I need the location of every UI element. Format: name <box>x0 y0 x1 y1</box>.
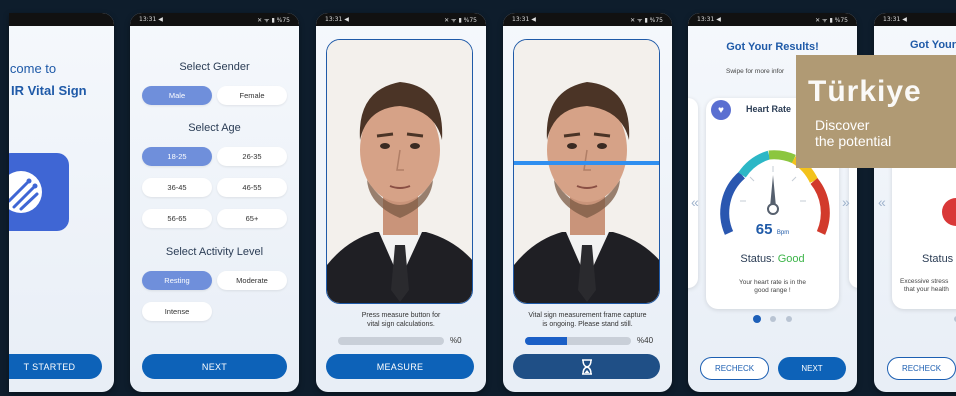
status-value: Good <box>777 253 805 265</box>
results-title: Got Your <box>910 39 956 51</box>
status-time: 13:31 ◀ <box>139 16 163 23</box>
note-line-1: Excessive stress <box>900 278 949 285</box>
instruction-line-1: Press measure button for <box>361 312 441 319</box>
welcome-title: lcome to <box>9 61 57 76</box>
user-face-image <box>327 40 472 303</box>
bpm-unit: Bpm <box>776 230 790 236</box>
advertisement-banner[interactable]: Türkiye Discover the potential <box>796 55 956 168</box>
progress-label: %40 <box>637 336 654 345</box>
ad-tagline-1: Discover <box>815 117 870 133</box>
age-chip[interactable]: 26-35 <box>217 147 287 166</box>
age-chip[interactable]: 65+ <box>217 209 287 228</box>
status-bar: 13:31 ◀ ✕ ᯤ ▮ %75 <box>503 13 672 26</box>
age-chip[interactable]: 18-25 <box>142 147 212 166</box>
activity-chip-moderate[interactable]: Moderate <box>217 271 287 290</box>
instruction-line-2: vital sign calculations. <box>367 321 435 328</box>
note-line-2: that your health <box>904 286 949 293</box>
status-icons: ✕ ᯤ ▮ %75 <box>444 16 477 24</box>
user-face-image <box>514 40 659 303</box>
age-chip[interactable]: 46-55 <box>217 178 287 197</box>
results-title: Got Your Results! <box>726 41 819 53</box>
app-logo-icon <box>9 153 69 231</box>
next-button[interactable]: NEXT <box>778 357 846 380</box>
status-icons: ✕ ᯤ ▮ %75 <box>815 16 848 24</box>
bpm-number: 65 <box>755 221 773 238</box>
activity-chip-resting[interactable]: Resting <box>142 271 212 290</box>
prev-chevron-icon[interactable]: « <box>878 194 886 210</box>
measure-button[interactable]: MEASURE <box>326 354 474 379</box>
recheck-button[interactable]: RECHECK <box>887 357 956 380</box>
ad-tagline-2: the potential <box>815 133 892 149</box>
progress-label: %0 <box>450 336 462 345</box>
screen-profile-select: 13:31 ◀ ✕ ᯤ ▮ %75 Select Gender Male Fema… <box>130 13 299 392</box>
status-time: 13:31 ◀ <box>512 16 536 23</box>
screen-measure: 13:31 ◀ ✕ ᯤ ▮ %75 Press measure button fo… <box>316 13 486 392</box>
activity-chip-intense[interactable]: Intense <box>142 302 212 321</box>
status-icons: ✕ ᯤ ▮ %75 <box>257 16 290 24</box>
age-chip[interactable]: 36-45 <box>142 178 212 197</box>
get-started-button[interactable]: T STARTED <box>9 354 102 379</box>
status-bar: 13:31 ◀ <box>874 13 956 26</box>
status-line: Status: Good <box>706 253 839 265</box>
age-heading: Select Age <box>188 122 241 134</box>
camera-frame <box>513 39 660 304</box>
status-time: 13:31 ◀ <box>697 16 721 23</box>
progress-bar <box>338 337 444 345</box>
stress-icon <box>942 198 956 226</box>
instruction-line-2: is ongoing. Please stand still. <box>542 321 633 328</box>
swipe-hint: Swipe for more infor <box>726 68 785 75</box>
activity-heading: Select Activity Level <box>165 246 264 258</box>
status-bar: 13:31 ◀ ✕ ᯤ ▮ %75 <box>316 13 486 26</box>
status-bar: 13:31 ◀ ✕ ᯤ ▮ %75 <box>130 13 299 26</box>
gender-heading: Select Gender <box>179 61 250 73</box>
screen-welcome: lcome to IR Vital Sign T STARTED <box>9 13 114 392</box>
hourglass-icon <box>581 358 592 375</box>
status-label: Status: <box>740 253 775 265</box>
note-line-1: Your heart rate is in the <box>739 279 806 286</box>
status-icons: ✕ ᯤ ▮ %75 <box>630 16 663 24</box>
ad-brand-logo: Türkiye <box>808 75 922 108</box>
heart-icon: ♥ <box>711 100 731 120</box>
next-chevron-icon[interactable]: » <box>842 194 850 210</box>
scan-line <box>514 161 659 165</box>
bpm-value: 65 Bpm <box>706 221 839 239</box>
card-title: Heart Rate <box>746 104 792 114</box>
status-bar <box>9 13 114 26</box>
page-dot <box>770 316 776 322</box>
app-name: IR Vital Sign <box>11 83 87 98</box>
next-button[interactable]: NEXT <box>142 354 287 379</box>
age-chip[interactable]: 56-65 <box>142 209 212 228</box>
progress-fill <box>525 337 568 345</box>
side-card-left <box>688 98 698 288</box>
hourglass-button <box>513 354 660 379</box>
progress-bar <box>525 337 631 345</box>
status-label: Status <box>922 253 954 265</box>
gender-female-chip[interactable]: Female <box>217 86 287 105</box>
page-dot <box>786 316 792 322</box>
gender-male-chip[interactable]: Male <box>142 86 212 105</box>
screen-scanning: 13:31 ◀ ✕ ᯤ ▮ %75 Vital sign measurement … <box>503 13 672 392</box>
camera-frame <box>326 39 473 304</box>
prev-chevron-icon[interactable]: « <box>691 194 699 210</box>
instruction-line-1: Vital sign measurement frame capture <box>528 312 647 319</box>
status-bar: 13:31 ◀ ✕ ᯤ ▮ %75 <box>688 13 857 26</box>
status-time: 13:31 ◀ <box>883 16 907 23</box>
recheck-button[interactable]: RECHECK <box>700 357 769 380</box>
page-dot-active <box>753 315 761 323</box>
note-line-2: good range ! <box>754 287 791 294</box>
status-time: 13:31 ◀ <box>325 16 349 23</box>
